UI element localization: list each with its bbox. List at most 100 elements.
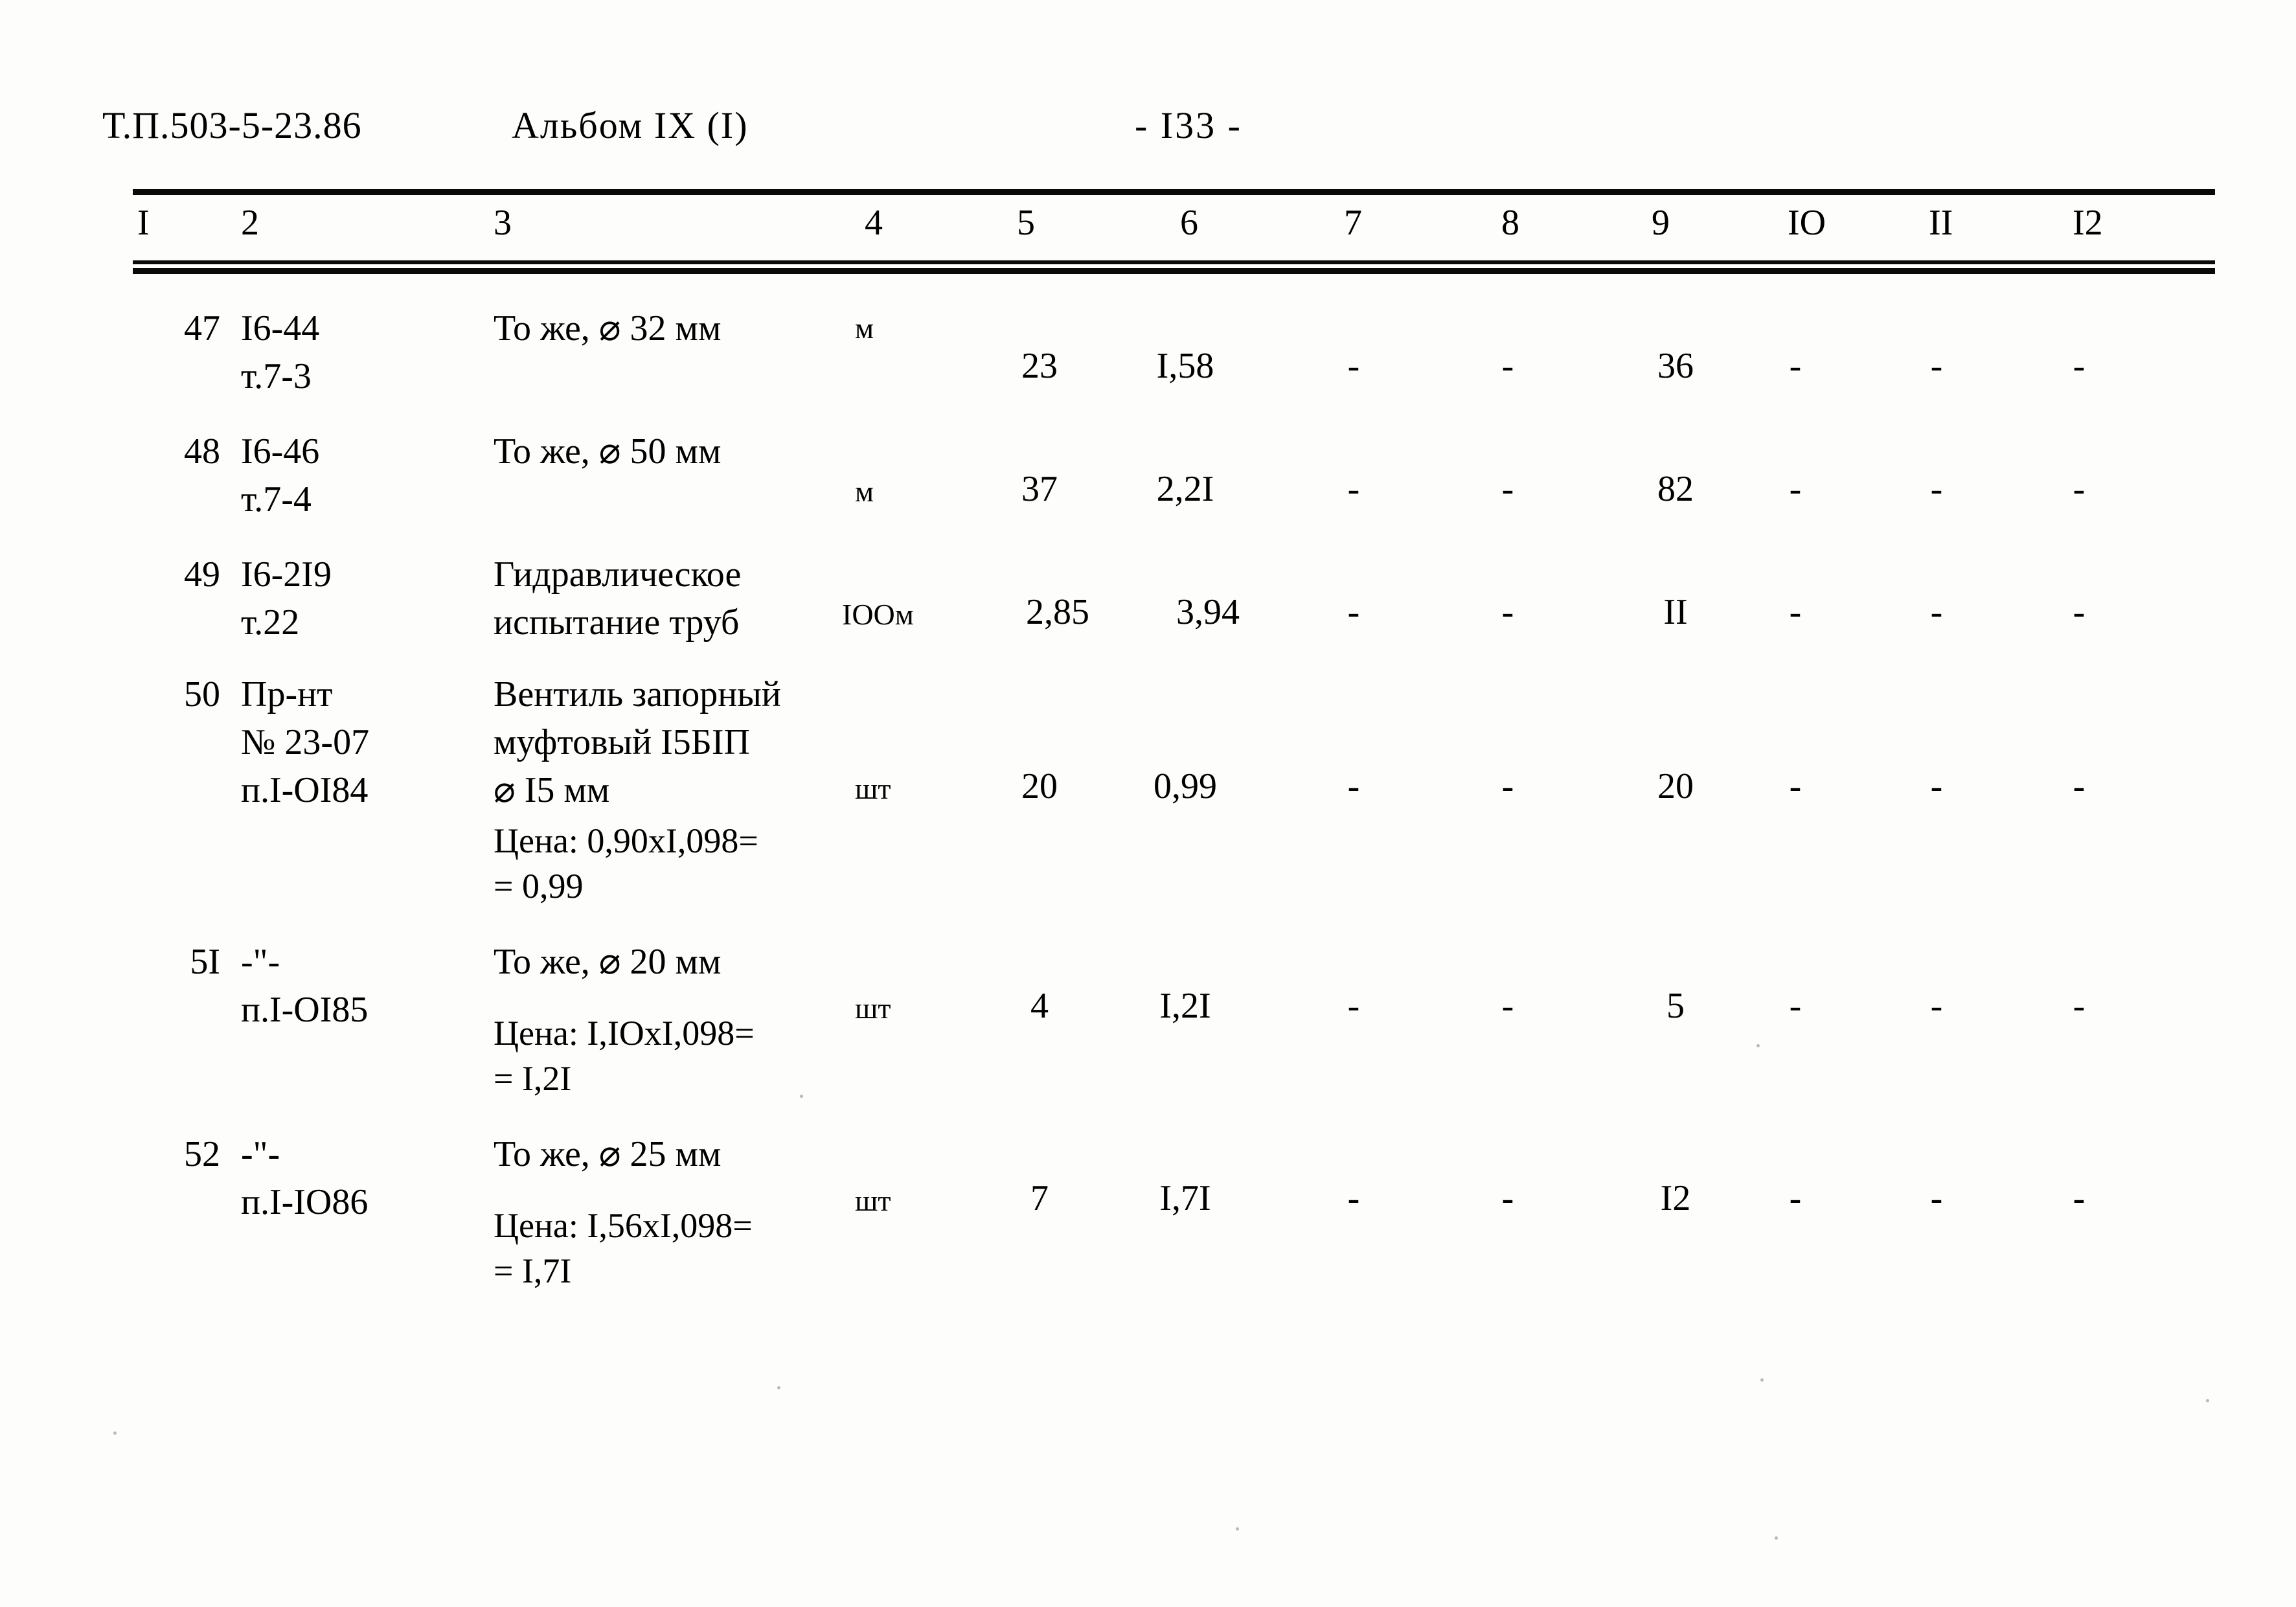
row-value-6: I,7I [1159,1178,1211,1218]
row-value-7: - [1347,469,1360,509]
row-description: Вентиль запорный муфтовый I5БIП ⌀ I5 мм [494,674,781,810]
scan-speck [1236,1527,1239,1531]
row-code: -"- п.I-IO86 [241,1134,369,1222]
row-value-11: - [1930,1178,1943,1218]
row-value-7: - [1347,766,1360,806]
row-value-7: - [1347,986,1360,1026]
row-number: 50 [184,674,220,714]
row-code: Пр-нт № 23-07 п.I-OI84 [241,674,370,810]
row-value-10: - [1789,986,1802,1026]
row-value-11: - [1930,592,1943,632]
row-description: То же, ⌀ 32 мм [494,308,722,348]
row-value-8: - [1501,346,1514,386]
row-code: I6-44 т.7-3 [241,308,320,396]
row-value-6: 3,94 [1176,592,1240,632]
row-value-9: I2 [1660,1178,1691,1218]
column-header-12: I2 [2073,203,2103,243]
table-rule-mid-a [133,260,2215,264]
row-value-7: - [1347,1178,1360,1218]
row-description: То же, ⌀ 20 мм [494,942,722,982]
row-value-12: - [2073,469,2086,509]
table-column-headers: I 2 3 4 5 6 7 8 9 IO II I2 [0,202,2296,254]
document-code: Т.П.503-5-23.86 [102,104,362,146]
column-header-2: 2 [241,203,259,243]
row-unit: шт [855,1184,891,1217]
row-value-12: - [2073,346,2086,386]
row-value-9: 36 [1657,346,1694,386]
row-value-9: II [1663,592,1688,632]
row-description: Гидравлическое испытание труб [494,554,742,643]
row-value-11: - [1930,986,1943,1026]
page-header: Т.П.503-5-23.86 Альбом IX (I) - I33 - [0,104,2296,162]
scan-speck [113,1431,117,1435]
table-rule-top [133,189,2215,195]
row-value-11: - [1930,469,1943,509]
scan-speck [2206,1399,2209,1402]
column-header-1: I [137,203,150,243]
row-value-9: 5 [1666,986,1685,1026]
column-header-7: 7 [1344,203,1362,243]
row-description: То же, ⌀ 50 мм [494,431,722,472]
row-code: -"- п.I-OI85 [241,942,369,1030]
row-value-5: 7 [1030,1178,1049,1218]
row-unit: шт [855,772,891,805]
row-value-8: - [1501,1178,1514,1218]
row-price-note: Цена: 0,90xI,098= = 0,99 [494,821,758,906]
row-value-9: 20 [1657,766,1694,806]
row-value-7: - [1347,346,1360,386]
row-value-12: - [2073,1178,2086,1218]
row-price-note: Цена: I,56xI,098= = I,7I [494,1206,753,1290]
row-description: То же, ⌀ 25 мм [494,1134,722,1174]
row-number: 52 [184,1134,220,1174]
row-value-8: - [1501,592,1514,632]
column-header-5: 5 [1017,203,1035,243]
row-unit: IOOм [842,598,914,631]
column-header-11: II [1929,203,1953,243]
row-value-10: - [1789,766,1802,806]
row-value-5: 23 [1021,346,1058,386]
row-code: I6-46 т.7-4 [241,431,320,519]
row-unit: шт [855,992,891,1025]
row-value-10: - [1789,346,1802,386]
row-value-6: 0,99 [1154,766,1217,806]
row-value-11: - [1930,346,1943,386]
album-title: Альбом IX (I) [512,104,749,146]
column-header-10: IO [1788,203,1826,243]
column-header-9: 9 [1652,203,1670,243]
scan-speck [1775,1536,1778,1540]
row-value-11: - [1930,766,1943,806]
row-value-6: I,2I [1159,986,1211,1026]
row-value-12: - [2073,592,2086,632]
scan-speck [1760,1378,1764,1382]
scan-speck [777,1386,780,1389]
column-header-8: 8 [1501,203,1519,243]
row-value-5: 4 [1030,986,1049,1026]
column-header-3: 3 [494,203,512,243]
row-value-12: - [2073,986,2086,1026]
row-value-8: - [1501,986,1514,1026]
row-value-9: 82 [1657,469,1694,509]
column-header-6: 6 [1180,203,1198,243]
row-unit: м [855,475,874,508]
row-value-6: I,58 [1156,346,1214,386]
scan-speck [800,1095,803,1098]
row-number: 48 [184,431,220,472]
row-code: I6-2I9 т.22 [241,554,332,643]
row-value-5: 37 [1021,469,1058,509]
document-page: Т.П.503-5-23.86 Альбом IX (I) - I33 - I … [0,0,2296,1607]
row-price-note: Цена: I,IOxI,098= = I,2I [494,1014,755,1098]
row-number: 49 [184,554,220,595]
scan-speck [1756,1044,1760,1047]
row-value-10: - [1789,1178,1802,1218]
column-header-4: 4 [865,203,883,243]
page-number: - I33 - [1135,104,1242,146]
row-value-12: - [2073,766,2086,806]
row-value-6: 2,2I [1156,469,1214,509]
row-value-10: - [1789,469,1802,509]
table-rule-mid-b [133,268,2215,274]
row-value-10: - [1789,592,1802,632]
row-value-5: 20 [1021,766,1058,806]
row-unit: м [855,312,874,345]
row-value-5: 2,85 [1026,592,1089,632]
row-value-8: - [1501,766,1514,806]
